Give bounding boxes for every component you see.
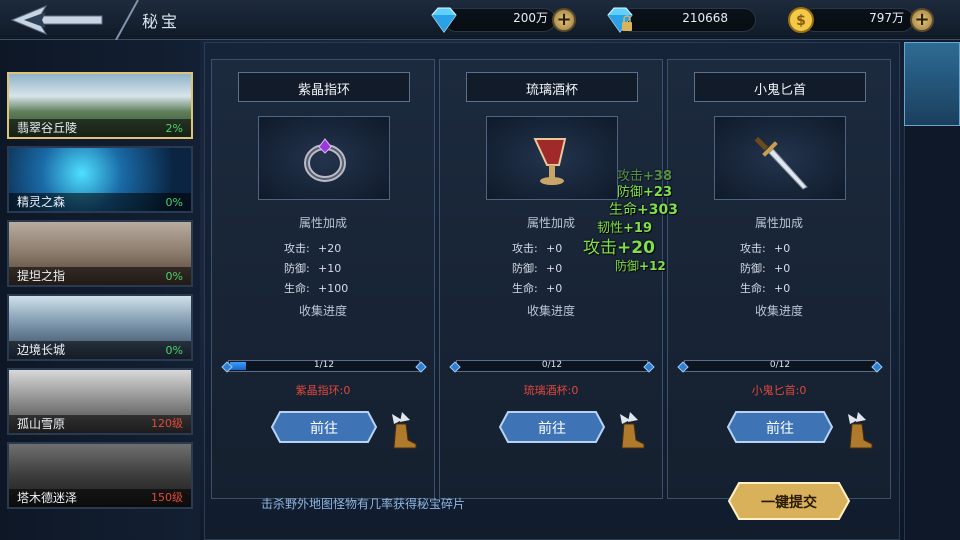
back-arrow-icon bbox=[10, 4, 103, 36]
gold-value: 797万 bbox=[869, 11, 904, 25]
stat-attack: 攻击: +0 bbox=[740, 242, 791, 255]
map-list: 翡翠谷丘陵 2% 精灵之森 0% 提坦之指 0% 边境长城 0% 孤山雪原 12… bbox=[0, 40, 200, 540]
attr-bonus-heading: 属性加成 bbox=[298, 216, 347, 230]
map-name: 边境长城 bbox=[17, 343, 66, 357]
floating-stat-gain: 防御+12 bbox=[615, 259, 666, 273]
map-name: 孤山雪原 bbox=[17, 417, 66, 431]
goto-label: 前往 bbox=[538, 421, 566, 437]
add-diamond-button[interactable]: + bbox=[552, 8, 576, 32]
winged-boot-icon[interactable] bbox=[616, 410, 646, 450]
map-item-border-wall[interactable]: 边境长城 0% bbox=[7, 294, 193, 361]
bound-diamond-counter: 210668 bbox=[604, 6, 756, 34]
attr-bonus-heading: 属性加成 bbox=[754, 216, 803, 230]
map-item-talmud-swamp[interactable]: 塔木德迷泽 150级 bbox=[7, 442, 193, 509]
submit-label: 一键提交 bbox=[761, 495, 817, 511]
tab-label: 秘宝 bbox=[923, 61, 960, 89]
goto-button[interactable]: 前往 bbox=[726, 410, 834, 444]
side-strip bbox=[904, 126, 960, 540]
stat-hp: 生命: +0 bbox=[512, 282, 563, 295]
diamond-counter: 200万 + bbox=[428, 6, 580, 34]
gold-coin-icon: $ bbox=[788, 7, 814, 33]
map-name: 精灵之森 bbox=[17, 195, 66, 209]
card-image-frame bbox=[714, 116, 846, 200]
diamond-value: 200万 bbox=[513, 11, 548, 25]
map-item-emerald-valley[interactable]: 翡翠谷丘陵 2% bbox=[7, 72, 193, 139]
card-title: 紫晶指环 bbox=[297, 83, 350, 98]
bound-diamond-value: 210668 bbox=[682, 11, 728, 25]
stat-attack: 攻击: +0 bbox=[512, 242, 563, 255]
map-name: 塔木德迷泽 bbox=[17, 491, 78, 505]
stat-hp: 生命: +0 bbox=[740, 282, 791, 295]
treasure-card: 琉璃酒杯 属性加成 攻击: +0 防御: +0 生命: +0 收集进度 0/12 琉璃… bbox=[439, 59, 663, 499]
dagger-icon bbox=[754, 136, 808, 190]
progress-text: 0/12 bbox=[769, 360, 791, 370]
back-button[interactable] bbox=[6, 2, 106, 38]
tab-treasure[interactable]: 秘宝 bbox=[904, 42, 960, 126]
collect-progress-heading: 收集进度 bbox=[298, 304, 347, 318]
treasure-panel: 紫晶指环 属性加成 攻击: +20 防御: +10 生命: +100 收集进度 1/1… bbox=[204, 42, 900, 540]
map-item-snow-plain[interactable]: 孤山雪原 120级 bbox=[7, 368, 193, 435]
treasure-card: 紫晶指环 属性加成 攻击: +20 防御: +10 生命: +100 收集进度 1/1… bbox=[211, 59, 435, 499]
map-item-elf-forest[interactable]: 精灵之森 0% bbox=[7, 146, 193, 213]
svg-text:$: $ bbox=[796, 13, 806, 29]
floating-stat-gain: 防御+23 bbox=[617, 185, 672, 200]
stat-attack: 攻击: +20 bbox=[284, 242, 342, 255]
goto-button[interactable]: 前往 bbox=[270, 410, 378, 444]
collect-progress-bar: 0/12 bbox=[677, 360, 883, 373]
shard-count: 小鬼匕首:0 bbox=[751, 384, 807, 397]
collect-progress-bar: 0/12 bbox=[449, 360, 655, 373]
map-progress: 2% bbox=[165, 122, 183, 135]
map-level-requirement: 120级 bbox=[151, 417, 183, 430]
floating-stat-gain: 攻击+20 bbox=[583, 238, 655, 258]
card-name-frame: 琉璃酒杯 bbox=[466, 72, 638, 102]
add-gold-button[interactable]: + bbox=[910, 8, 934, 32]
progress-text: 0/12 bbox=[541, 360, 563, 370]
locked-diamond-icon bbox=[607, 7, 633, 33]
goto-label: 前往 bbox=[310, 421, 338, 437]
one-click-submit-button[interactable]: 一键提交 bbox=[727, 481, 851, 521]
card-title: 琉璃酒杯 bbox=[525, 83, 578, 98]
progress-text: 1/12 bbox=[313, 360, 335, 370]
card-name-frame: 紫晶指环 bbox=[238, 72, 410, 102]
map-item-titan-finger[interactable]: 提坦之指 0% bbox=[7, 220, 193, 287]
stat-defense: 防御: +10 bbox=[284, 262, 342, 275]
ring-icon bbox=[304, 138, 346, 182]
card-image-frame bbox=[486, 116, 618, 200]
map-name: 提坦之指 bbox=[17, 269, 66, 283]
top-bar: 秘宝 200万 + 210668 797万 $ + bbox=[0, 0, 960, 40]
page-title: 秘宝 bbox=[142, 12, 181, 31]
card-title: 小鬼匕首 bbox=[753, 83, 806, 98]
shard-count: 紫晶指环:0 bbox=[295, 384, 351, 397]
diamond-icon bbox=[431, 7, 457, 33]
floating-stat-gain: 生命+303 bbox=[609, 202, 678, 218]
map-progress: 0% bbox=[165, 270, 183, 283]
card-image-frame bbox=[258, 116, 390, 200]
collect-progress-heading: 收集进度 bbox=[754, 304, 803, 318]
map-name: 翡翠谷丘陵 bbox=[17, 121, 78, 135]
goto-button[interactable]: 前往 bbox=[498, 410, 606, 444]
map-progress: 0% bbox=[165, 344, 183, 357]
card-name-frame: 小鬼匕首 bbox=[694, 72, 866, 102]
collect-progress-heading: 收集进度 bbox=[526, 304, 575, 318]
winged-boot-icon[interactable] bbox=[844, 410, 874, 450]
stat-defense: 防御: +0 bbox=[512, 262, 563, 275]
drop-hint: 击杀野外地图怪物有几率获得秘宝碎片 bbox=[261, 497, 466, 511]
collect-progress-bar: 1/12 bbox=[221, 360, 427, 373]
stat-defense: 防御: +0 bbox=[740, 262, 791, 275]
map-level-requirement: 150级 bbox=[151, 491, 183, 504]
gold-counter: 797万 $ + bbox=[786, 6, 938, 34]
shard-count: 琉璃酒杯:0 bbox=[523, 384, 579, 397]
map-progress: 0% bbox=[165, 196, 183, 209]
goto-label: 前往 bbox=[766, 421, 794, 437]
goblet-icon bbox=[533, 138, 567, 185]
title-divider bbox=[115, 0, 139, 40]
winged-boot-icon[interactable] bbox=[388, 410, 418, 450]
stat-hp: 生命: +100 bbox=[284, 282, 349, 295]
treasure-card: 小鬼匕首 属性加成 攻击: +0 防御: +0 生命: +0 收集进度 0/12 小鬼… bbox=[667, 59, 891, 499]
